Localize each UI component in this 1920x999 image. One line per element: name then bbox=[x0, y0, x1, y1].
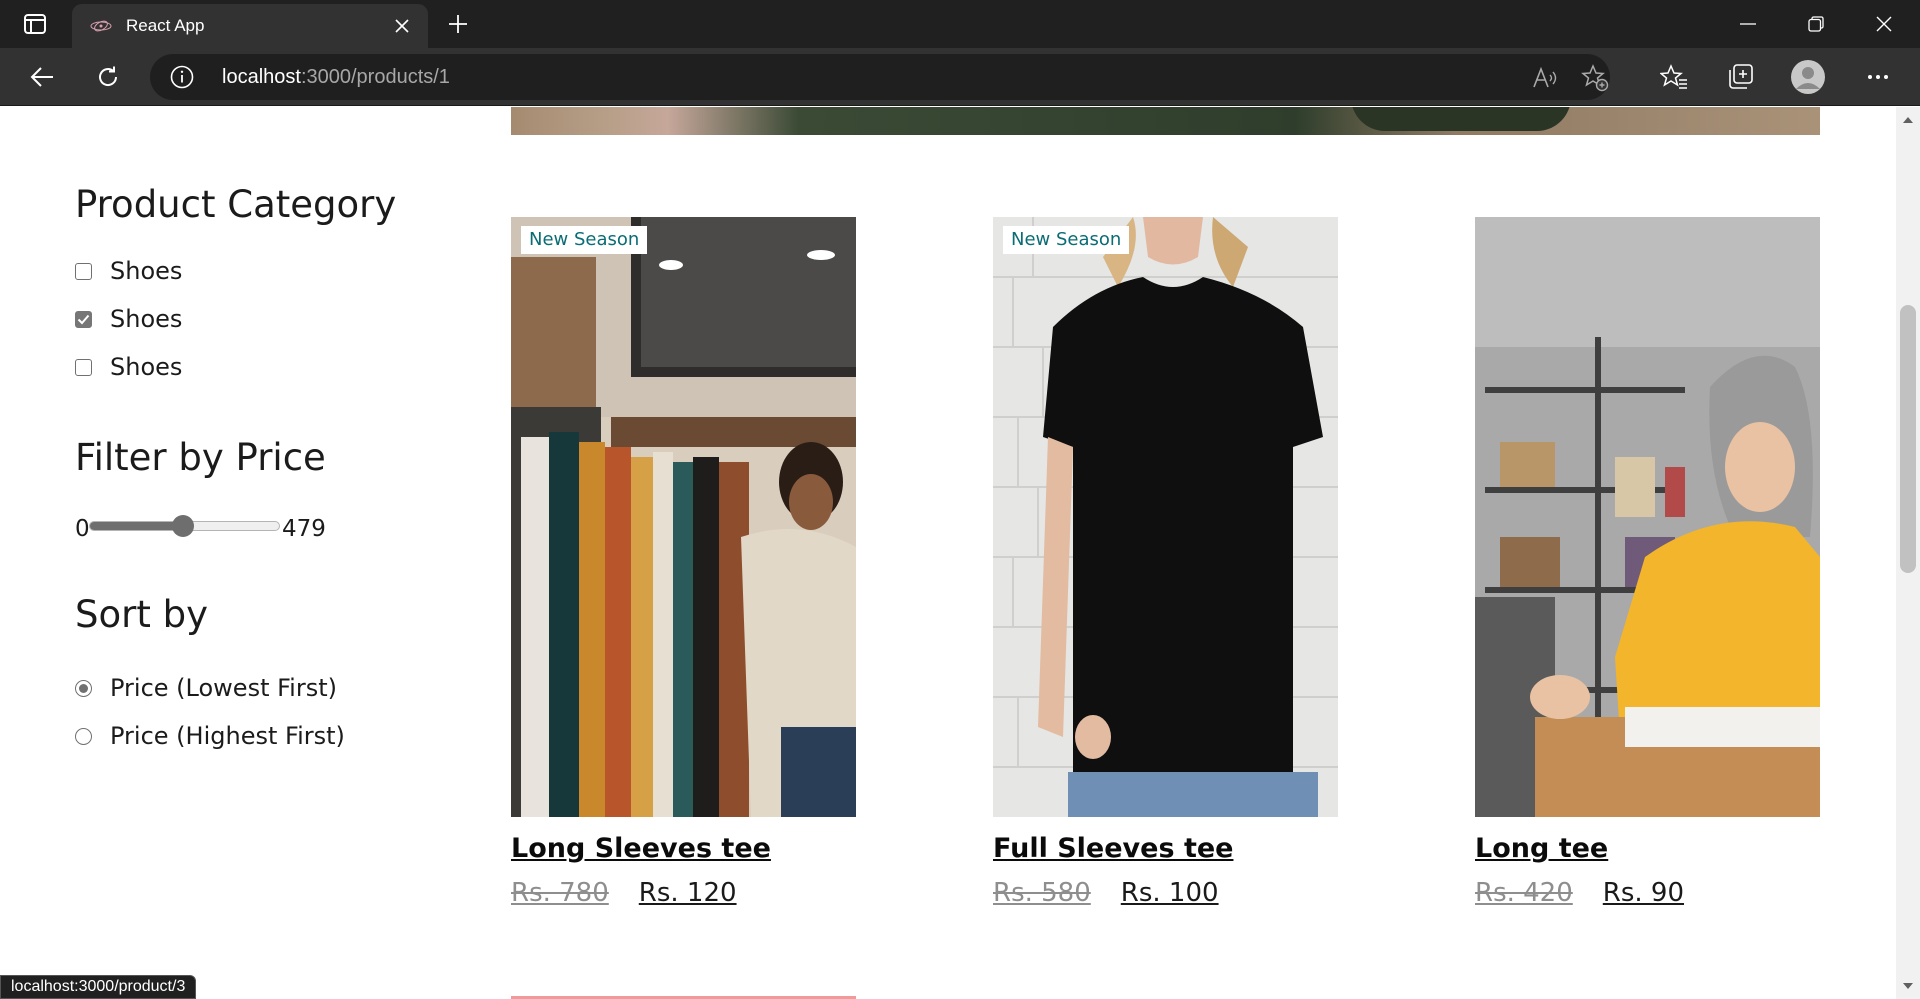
sort-radio[interactable] bbox=[75, 727, 92, 745]
more-button[interactable] bbox=[1858, 58, 1898, 96]
clothing-rack-photo bbox=[511, 217, 856, 817]
info-icon[interactable] bbox=[170, 65, 194, 89]
minimize-button[interactable] bbox=[1714, 0, 1782, 48]
page-viewport: Product Category Shoes Shoes Shoes Filte… bbox=[0, 107, 1896, 999]
new-season-badge: New Season bbox=[521, 226, 648, 254]
product-card[interactable]: New Season Long Sleeves tee Rs. 780 Rs. … bbox=[511, 217, 856, 908]
category-option-2[interactable]: Shoes bbox=[75, 304, 182, 334]
window-close-button[interactable] bbox=[1850, 0, 1918, 48]
url-text[interactable]: localhost:3000/products/1 bbox=[222, 64, 450, 90]
price-row: Rs. 580 Rs. 100 bbox=[993, 878, 1338, 908]
tab-bar: React App bbox=[0, 0, 1920, 48]
category-checkbox[interactable] bbox=[75, 262, 92, 280]
sale-price: Rs. 90 bbox=[1602, 878, 1685, 908]
scroll-down-icon[interactable] bbox=[1901, 979, 1915, 993]
product-image[interactable] bbox=[1475, 217, 1820, 817]
price-slider-thumb[interactable] bbox=[172, 515, 194, 537]
checkmark-icon bbox=[77, 314, 90, 324]
original-price: Rs. 580 bbox=[993, 878, 1091, 908]
price-slider[interactable] bbox=[89, 515, 280, 537]
product-image[interactable]: New Season bbox=[993, 217, 1338, 817]
new-tab-button[interactable] bbox=[442, 8, 474, 40]
product-card[interactable]: Long tee Rs. 420 Rs. 90 bbox=[1475, 217, 1820, 908]
price-heading: Filter by Price bbox=[75, 436, 326, 479]
product-title-link[interactable]: Long Sleeves tee bbox=[511, 833, 771, 864]
tab-title: React App bbox=[126, 16, 205, 35]
back-button[interactable] bbox=[22, 58, 62, 96]
category-label: Shoes bbox=[110, 257, 183, 285]
profile-icon bbox=[1791, 60, 1825, 94]
category-heading: Product Category bbox=[75, 183, 397, 226]
sale-price: Rs. 100 bbox=[1120, 878, 1219, 908]
price-row: Rs. 780 Rs. 120 bbox=[511, 878, 856, 908]
tab-actions-icon[interactable] bbox=[16, 10, 54, 38]
category-option-3[interactable]: Shoes bbox=[75, 352, 182, 382]
scrollbar-thumb[interactable] bbox=[1900, 305, 1916, 573]
product-card[interactable]: New Season Full Sleeves tee Rs. 580 Rs. … bbox=[993, 217, 1338, 908]
add-favorite-icon[interactable] bbox=[1580, 63, 1610, 93]
new-season-badge: New Season bbox=[1003, 226, 1130, 254]
hero-banner-image bbox=[511, 107, 1820, 135]
sort-label: Price (Highest First) bbox=[110, 722, 345, 750]
favorites-button[interactable] bbox=[1654, 58, 1694, 96]
read-aloud-icon[interactable] bbox=[1530, 63, 1560, 93]
product-title-link[interactable]: Full Sleeves tee bbox=[993, 833, 1233, 864]
close-window-icon bbox=[1876, 16, 1892, 32]
sort-radio[interactable] bbox=[75, 679, 92, 697]
status-bar-url: localhost:3000/product/3 bbox=[0, 975, 197, 999]
sort-option-highest[interactable]: Price (Highest First) bbox=[75, 721, 345, 751]
collections-icon bbox=[1729, 64, 1753, 89]
more-icon bbox=[1868, 75, 1888, 79]
close-icon[interactable] bbox=[390, 14, 414, 38]
refresh-button[interactable] bbox=[88, 58, 128, 96]
product-title-link[interactable]: Long tee bbox=[1475, 833, 1608, 864]
sort-label: Price (Lowest First) bbox=[110, 674, 337, 702]
category-checkbox[interactable] bbox=[75, 310, 92, 328]
react-favicon-icon bbox=[90, 18, 112, 34]
url-host: localhost bbox=[222, 66, 301, 88]
collections-button[interactable] bbox=[1720, 58, 1760, 96]
category-option-1[interactable]: Shoes bbox=[75, 256, 182, 286]
sale-price: Rs. 120 bbox=[638, 878, 737, 908]
url-path: :3000/products/1 bbox=[300, 66, 450, 88]
page-scrollbar[interactable] bbox=[1896, 107, 1920, 999]
original-price: Rs. 780 bbox=[511, 878, 609, 908]
price-slider-fill bbox=[90, 522, 183, 530]
plus-icon bbox=[449, 15, 467, 33]
restore-icon bbox=[1808, 16, 1824, 32]
category-checkbox[interactable] bbox=[75, 358, 92, 376]
minimize-icon bbox=[1740, 23, 1756, 25]
category-label: Shoes bbox=[110, 305, 183, 333]
browser-tab[interactable]: React App bbox=[72, 4, 428, 48]
price-row: Rs. 420 Rs. 90 bbox=[1475, 878, 1820, 908]
product-image[interactable]: New Season bbox=[511, 217, 856, 817]
profile-button[interactable] bbox=[1788, 58, 1828, 96]
original-price: Rs. 420 bbox=[1475, 878, 1573, 908]
scroll-up-icon[interactable] bbox=[1901, 113, 1915, 127]
sort-option-lowest[interactable]: Price (Lowest First) bbox=[75, 673, 337, 703]
price-min-label: 0 bbox=[75, 516, 90, 542]
browser-toolbar: localhost:3000/products/1 bbox=[0, 48, 1920, 106]
address-bar[interactable]: localhost:3000/products/1 bbox=[150, 54, 1610, 100]
price-max-label: 479 bbox=[282, 516, 326, 542]
banner-decoration bbox=[1351, 107, 1571, 131]
back-arrow-icon bbox=[30, 67, 53, 87]
black-tshirt-photo bbox=[993, 217, 1338, 817]
refresh-icon bbox=[99, 66, 118, 86]
favorites-icon bbox=[1660, 64, 1687, 89]
restore-button[interactable] bbox=[1782, 0, 1850, 48]
category-label: Shoes bbox=[110, 353, 183, 381]
sort-heading: Sort by bbox=[75, 593, 208, 636]
hoodie-student-photo bbox=[1475, 217, 1820, 817]
